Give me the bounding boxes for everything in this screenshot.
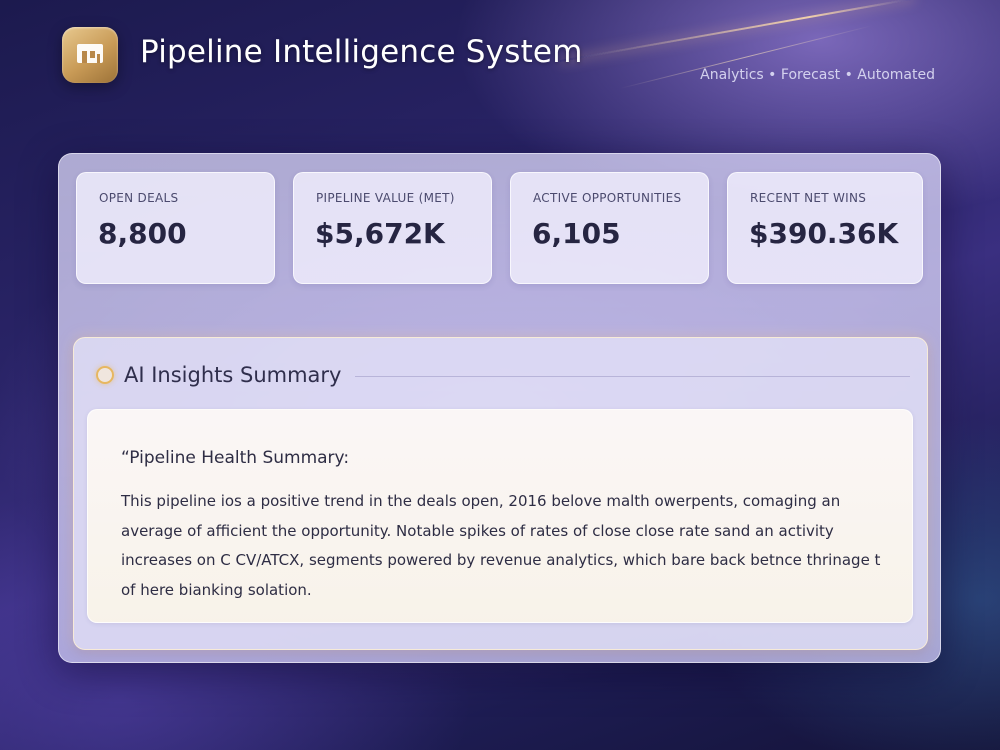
stat-label: OPEN DEALS <box>99 191 179 205</box>
ai-insights-title: AI Insights Summary <box>124 363 342 387</box>
app-title: Pipeline Intelligence System <box>140 34 583 70</box>
summary-heading: “Pipeline Health Summary: <box>121 448 350 468</box>
light-streak <box>559 0 915 62</box>
app-logo <box>62 27 118 83</box>
stat-value: 6,105 <box>532 217 621 250</box>
stat-card-pipeline-value: PIPELINE VALUE (MET) $5,672K <box>293 172 492 284</box>
stat-card-recent-net-wins: RECENT NET WINS $390.36K <box>727 172 923 284</box>
building-icon <box>75 41 105 69</box>
stat-value: $390.36K <box>749 217 899 250</box>
stat-card-active-opportunities: ACTIVE OPPORTUNITIES 6,105 <box>510 172 709 284</box>
stat-label: RECENT NET WINS <box>750 191 867 205</box>
app-tagline: Analytics • Forecast • Automated <box>700 67 935 83</box>
summary-body: This pipeline ios a positive trend in th… <box>121 492 881 599</box>
stat-value: $5,672K <box>315 217 445 250</box>
section-divider <box>355 376 910 377</box>
stat-label: ACTIVE OPPORTUNITIES <box>533 191 682 205</box>
circle-indicator-icon <box>96 366 114 384</box>
stat-value: 8,800 <box>98 217 187 250</box>
stat-card-open-deals: OPEN DEALS 8,800 <box>76 172 275 284</box>
stat-label: PIPELINE VALUE (MET) <box>316 191 455 205</box>
